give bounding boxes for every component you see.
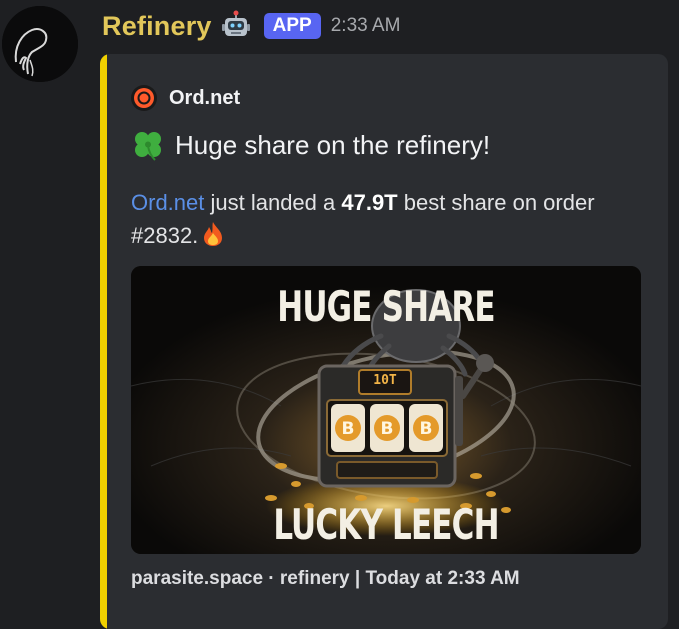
embed-title: Huge share on the refinery! bbox=[131, 128, 490, 162]
fire-icon bbox=[202, 221, 224, 247]
image-title-bottom: LUCKY LEECH bbox=[273, 500, 499, 549]
embed-image[interactable]: B B B HUGE SHARE 10T LUCKY LEECH bbox=[131, 266, 641, 554]
ord-net-link[interactable]: Ord.net bbox=[131, 190, 204, 215]
username[interactable]: Refinery bbox=[102, 11, 212, 42]
embed-description: Ord.net just landed a 47.9T best share o… bbox=[131, 186, 611, 252]
embed-author[interactable]: Ord.net bbox=[131, 85, 240, 111]
svg-text:B: B bbox=[342, 419, 355, 439]
embed-title-text: Huge share on the refinery! bbox=[175, 129, 491, 160]
avatar-silhouette-icon bbox=[2, 6, 78, 82]
four-leaf-clover-icon bbox=[131, 128, 165, 162]
avatar[interactable] bbox=[2, 6, 78, 82]
timestamp: 2:33 AM bbox=[330, 15, 401, 36]
message-header: Refinery APP 2:33 AM bbox=[102, 8, 400, 44]
svg-text:B: B bbox=[381, 419, 394, 439]
slot-display: 10T bbox=[373, 373, 397, 388]
embed-card: Ord.net Huge share on the refinery! Ord.… bbox=[100, 54, 668, 629]
share-value: 47.9T bbox=[341, 190, 398, 215]
robot-icon bbox=[220, 10, 252, 42]
svg-text:B: B bbox=[420, 419, 433, 439]
embed-accent-bar bbox=[100, 54, 107, 629]
ord-logo-icon bbox=[131, 85, 157, 111]
app-badge: APP bbox=[263, 13, 321, 39]
embed-author-name[interactable]: Ord.net bbox=[169, 87, 240, 110]
image-title-top: HUGE SHARE bbox=[277, 282, 495, 331]
embed-footer: parasite.space · refinery | Today at 2:3… bbox=[131, 568, 520, 589]
description-text-1: just landed a bbox=[204, 190, 342, 215]
